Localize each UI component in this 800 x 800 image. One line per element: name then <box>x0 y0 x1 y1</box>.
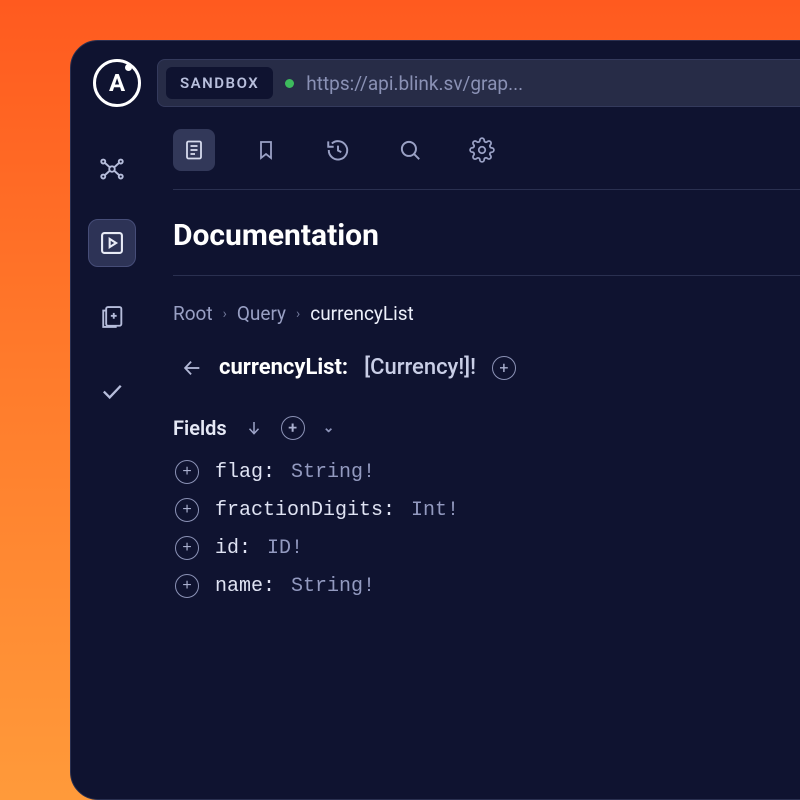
sidebar-item-explorer[interactable] <box>88 219 136 267</box>
sidebar-item-diff[interactable] <box>88 293 136 341</box>
tab-settings[interactable] <box>461 129 503 171</box>
breadcrumb-current: currencyList <box>310 302 414 325</box>
field-type[interactable]: String! <box>291 461 375 484</box>
main-area: Documentation Root › Query › currencyLis… <box>71 121 800 799</box>
tab-documentation[interactable] <box>173 129 215 171</box>
divider <box>173 275 800 276</box>
bookmark-icon <box>254 138 278 162</box>
page-title: Documentation <box>173 218 800 253</box>
back-arrow-icon[interactable] <box>181 357 203 379</box>
field-row[interactable]: + name: String! <box>175 574 800 598</box>
url-bar[interactable]: SANDBOX https://api.blink.sv/grap... <box>157 59 800 107</box>
field-type[interactable]: ID! <box>267 537 303 560</box>
field-name: flag: <box>215 461 275 484</box>
document-icon <box>182 138 206 162</box>
signature-return-type[interactable]: [Currency!]! <box>364 355 476 380</box>
field-row[interactable]: + flag: String! <box>175 460 800 484</box>
field-type[interactable]: String! <box>291 575 375 598</box>
tab-bookmarks[interactable] <box>245 129 287 171</box>
chevron-right-icon: › <box>223 306 227 322</box>
tab-history[interactable] <box>317 129 359 171</box>
diff-icon <box>98 303 126 331</box>
breadcrumb: Root › Query › currencyList <box>173 302 800 325</box>
chevron-down-icon[interactable]: ⌄ <box>323 420 335 436</box>
app-window: A SANDBOX https://api.blink.sv/grap... P… <box>70 40 800 800</box>
add-field-icon[interactable]: + <box>175 460 199 484</box>
add-field-icon[interactable]: + <box>175 574 199 598</box>
sidebar-item-checks[interactable] <box>88 367 136 415</box>
field-row[interactable]: + fractionDigits: Int! <box>175 498 800 522</box>
breadcrumb-query[interactable]: Query <box>237 302 286 325</box>
add-field-icon[interactable]: + <box>175 536 199 560</box>
logo-letter: A <box>109 69 125 97</box>
field-type[interactable]: Int! <box>411 499 459 522</box>
history-icon <box>325 137 351 163</box>
add-all-fields-button[interactable]: + <box>281 416 305 440</box>
sidebar-item-schema[interactable] <box>88 145 136 193</box>
environment-tag[interactable]: SANDBOX <box>166 67 273 99</box>
play-square-icon <box>98 229 126 257</box>
field-name: name: <box>215 575 275 598</box>
content-panel: Documentation Root › Query › currencyLis… <box>153 121 800 799</box>
add-field-button[interactable]: + <box>492 356 516 380</box>
search-icon <box>397 137 423 163</box>
check-icon <box>98 377 126 405</box>
signature-name: currencyList: <box>219 355 348 380</box>
field-name: id: <box>215 537 251 560</box>
tab-search[interactable] <box>389 129 431 171</box>
graph-icon <box>97 154 127 184</box>
chevron-right-icon: › <box>296 306 300 322</box>
gear-icon <box>469 137 495 163</box>
type-signature-row: currencyList: [Currency!]! + <box>181 355 800 380</box>
fields-label: Fields <box>173 416 227 440</box>
breadcrumb-root[interactable]: Root <box>173 302 213 325</box>
add-field-icon[interactable]: + <box>175 498 199 522</box>
doc-toolbar <box>173 129 800 190</box>
app-logo[interactable]: A <box>93 59 141 107</box>
endpoint-url: https://api.blink.sv/grap... <box>306 72 523 95</box>
field-list: + flag: String! + fractionDigits: Int! +… <box>175 460 800 598</box>
left-sidebar <box>71 121 153 799</box>
top-bar: A SANDBOX https://api.blink.sv/grap... P… <box>71 41 800 121</box>
sort-arrow-icon[interactable] <box>245 419 263 437</box>
field-row[interactable]: + id: ID! <box>175 536 800 560</box>
fields-header: Fields + ⌄ <box>173 416 800 440</box>
status-dot-icon <box>285 79 294 88</box>
field-name: fractionDigits: <box>215 499 395 522</box>
